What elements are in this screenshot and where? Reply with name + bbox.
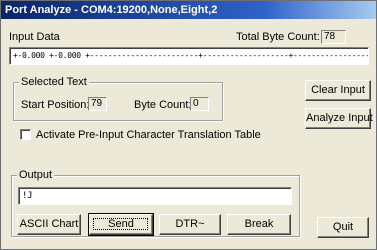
analyze-input-label: Analyze Input [306,112,373,124]
break-button[interactable]: Break [227,214,291,235]
dtr-button[interactable]: DTR~ [159,214,221,235]
input-data-label: Input Data [9,31,60,43]
translation-table-checkbox[interactable] [20,129,31,140]
clear-input-button[interactable]: Clear Input [305,80,371,101]
analyze-input-button[interactable]: Analyze Input [305,108,373,129]
port-analyze-window: Port Analyze - COM4:19200,None,Eight,2 I… [0,0,377,250]
translation-table-label[interactable]: Activate Pre-Input Character Translation… [36,129,261,141]
ascii-chart-button[interactable]: ASCII Chart [17,214,81,235]
send-focus-rect [93,218,148,230]
break-label: Break [244,218,274,230]
window-title: Port Analyze - COM4:19200,None,Eight,2 [1,1,376,19]
total-byte-count-value: 78 [321,30,346,44]
total-byte-count-label: Total Byte Count: [236,31,320,43]
output-field[interactable]: !J [18,187,292,205]
clear-input-label: Clear Input [311,84,365,96]
quit-button[interactable]: Quit [317,217,369,238]
byte-count-label: Byte Count: [134,99,192,111]
input-data-field[interactable]: +-0.000 +-0.000 +-----------------------… [9,47,369,65]
dtr-label: DTR~ [175,218,205,230]
output-title: Output [17,169,55,181]
start-position-label: Start Position: [21,99,90,111]
ascii-chart-label: ASCII Chart [19,218,79,230]
selected-text-title: Selected Text [19,76,89,88]
send-button[interactable]: Send [88,213,154,236]
byte-count-value: 0 [190,97,209,111]
quit-label: Quit [332,221,354,233]
start-position-value: 79 [88,97,107,111]
